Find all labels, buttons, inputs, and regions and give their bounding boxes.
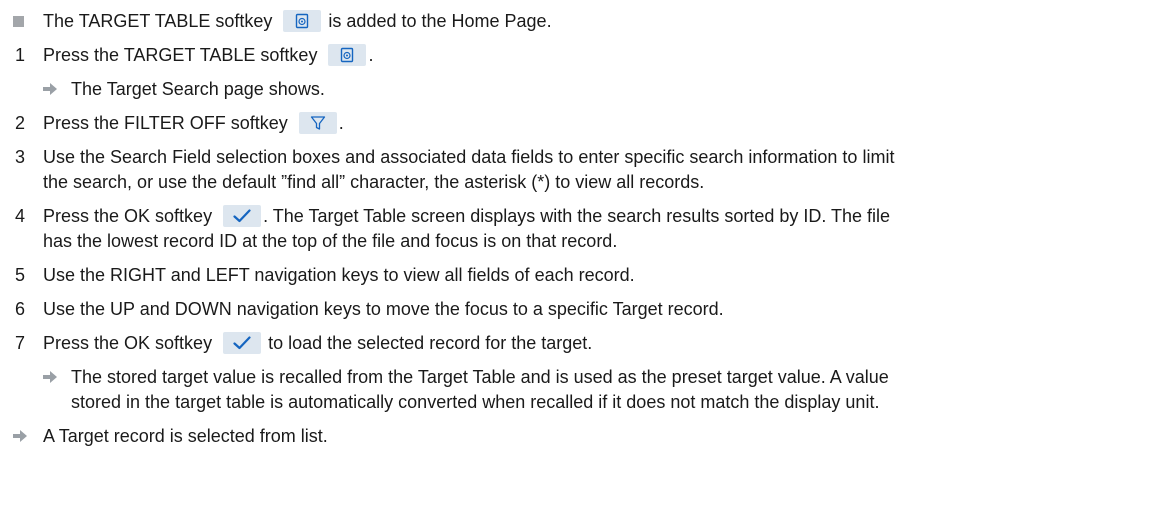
step-4-text-line-1: Press the OK softkey . The Target Table … (43, 203, 890, 229)
step-3-text-line-2: the search, or use the default ”find all… (43, 172, 705, 192)
step-4-text-post: . The Target Table screen displays with … (263, 206, 891, 226)
precondition-text: The TARGET TABLE softkey is added to the… (43, 8, 552, 34)
step-1-text-post: . (368, 45, 374, 65)
bullet-square-icon (13, 8, 24, 34)
result-arrow-icon (13, 423, 27, 449)
step-7-text-pre: Press the OK softkey (43, 333, 218, 353)
step-1-number: 1 (15, 45, 26, 65)
precondition-text-post: is added to the Home Page. (323, 11, 552, 31)
ok-checkmark-softkey-icon (223, 332, 262, 354)
step-4-text-line-2: has the lowest record ID at the top of t… (43, 231, 618, 251)
step-1-text: Press the TARGET TABLE softkey . (43, 42, 373, 68)
step-7-text-post: to load the selected record for the targ… (263, 333, 593, 353)
step-7-text: Press the OK softkey to load the selecte… (43, 330, 592, 356)
step-4-text-pre: Press the OK softkey (43, 206, 218, 226)
step-2-number: 2 (15, 113, 26, 133)
step-2-text-post: . (338, 113, 344, 133)
step-1-text-pre: Press the TARGET TABLE softkey (43, 45, 323, 65)
target-table-softkey-icon (283, 10, 322, 32)
step-7-number: 7 (15, 333, 26, 353)
final-result-text: A Target record is selected from list. (43, 426, 328, 446)
target-table-softkey-icon (328, 44, 367, 66)
step-5-number: 5 (15, 265, 26, 285)
step-7-result-text-line-2: stored in the target table is automatica… (71, 392, 880, 412)
result-arrow-icon (43, 364, 57, 390)
step-1-result-text: The Target Search page shows. (71, 79, 325, 99)
step-3-text-line-1: Use the Search Field selection boxes and… (43, 147, 895, 167)
result-arrow-icon (43, 76, 57, 102)
step-5-text: Use the RIGHT and LEFT navigation keys t… (43, 265, 635, 285)
step-6-number: 6 (15, 299, 26, 319)
step-4-number: 4 (15, 206, 26, 226)
step-3-number: 3 (15, 147, 26, 167)
step-6-text: Use the UP and DOWN navigation keys to m… (43, 299, 724, 319)
precondition-text-pre: The TARGET TABLE softkey (43, 11, 278, 31)
step-2-text-pre: Press the FILTER OFF softkey (43, 113, 293, 133)
step-2-text: Press the FILTER OFF softkey . (43, 110, 344, 136)
step-7-result-text-line-1: The stored target value is recalled from… (71, 367, 889, 387)
ok-checkmark-softkey-icon (223, 205, 262, 227)
filter-off-softkey-icon (298, 112, 337, 134)
